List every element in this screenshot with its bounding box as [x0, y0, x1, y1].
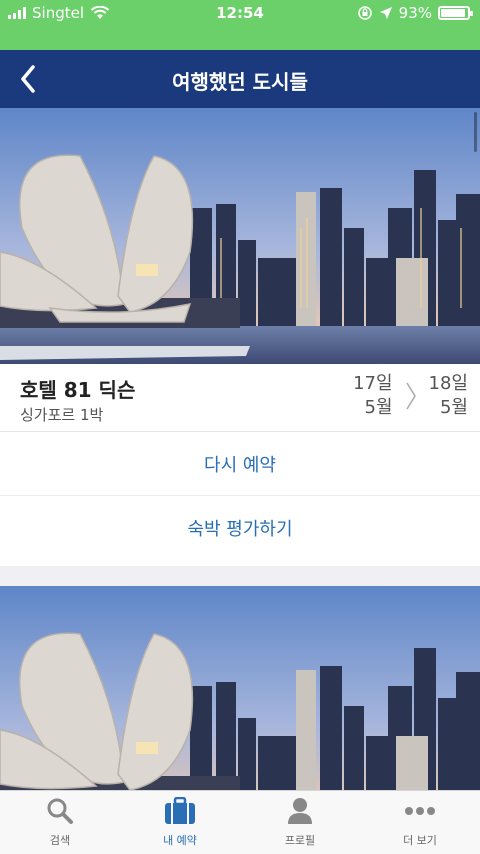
booking-info-row[interactable]: 호텔 81 딕슨 싱가포르 1박 17일 5월 18일 5월 [0, 364, 480, 432]
status-bar: Singtel 12:54 93% [0, 0, 480, 50]
rate-stay-button[interactable]: 숙박 평가하기 [0, 496, 480, 560]
rebook-button[interactable]: 다시 예약 [0, 432, 480, 496]
checkout-day: 18일 [428, 373, 468, 394]
search-icon [47, 798, 73, 824]
destination-photo[interactable] [0, 586, 480, 790]
location-arrow-icon [379, 7, 392, 19]
nav-header: 여행했던 도시들 [0, 50, 480, 108]
checkin-day: 17일 [353, 373, 393, 394]
booking-card: 호텔 81 딕슨 싱가포르 1박 17일 5월 18일 5월 다시 예약 숙박 … [0, 108, 480, 566]
hotel-name: 호텔 81 딕슨 [20, 378, 136, 402]
booking-subtitle: 싱가포르 1박 [20, 406, 104, 424]
checkin-month: 5월 [364, 397, 393, 418]
page-title: 여행했던 도시들 [172, 70, 308, 94]
suitcase-icon [165, 797, 195, 824]
chevron-right-icon [405, 382, 416, 410]
tab-more[interactable]: 더 보기 [360, 791, 480, 854]
tab-label: 검색 [49, 834, 71, 847]
checkin-date: 17일 5월 [353, 372, 392, 420]
person-icon [288, 798, 312, 824]
scrollbar[interactable] [474, 112, 477, 152]
more-dots-icon [405, 807, 435, 815]
tab-profile[interactable]: 프로필 [240, 791, 360, 854]
destination-photo[interactable] [0, 108, 480, 364]
tab-bar: 검색 내 예약 프로필 더 보기 [0, 790, 480, 854]
battery-level [441, 9, 466, 17]
battery-icon [438, 6, 473, 20]
orientation-lock-icon [357, 6, 372, 20]
checkout-date: 18일 5월 [429, 372, 468, 420]
tab-label: 더 보기 [403, 834, 437, 847]
booking-card [0, 586, 480, 790]
battery-percent: 93% [398, 4, 432, 22]
stay-dates: 17일 5월 18일 5월 [353, 372, 468, 420]
tab-label: 내 예약 [163, 834, 197, 847]
tab-my-bookings[interactable]: 내 예약 [120, 791, 240, 854]
tab-search[interactable]: 검색 [0, 791, 120, 854]
checkout-month: 5월 [439, 397, 468, 418]
tab-label: 프로필 [284, 834, 316, 847]
